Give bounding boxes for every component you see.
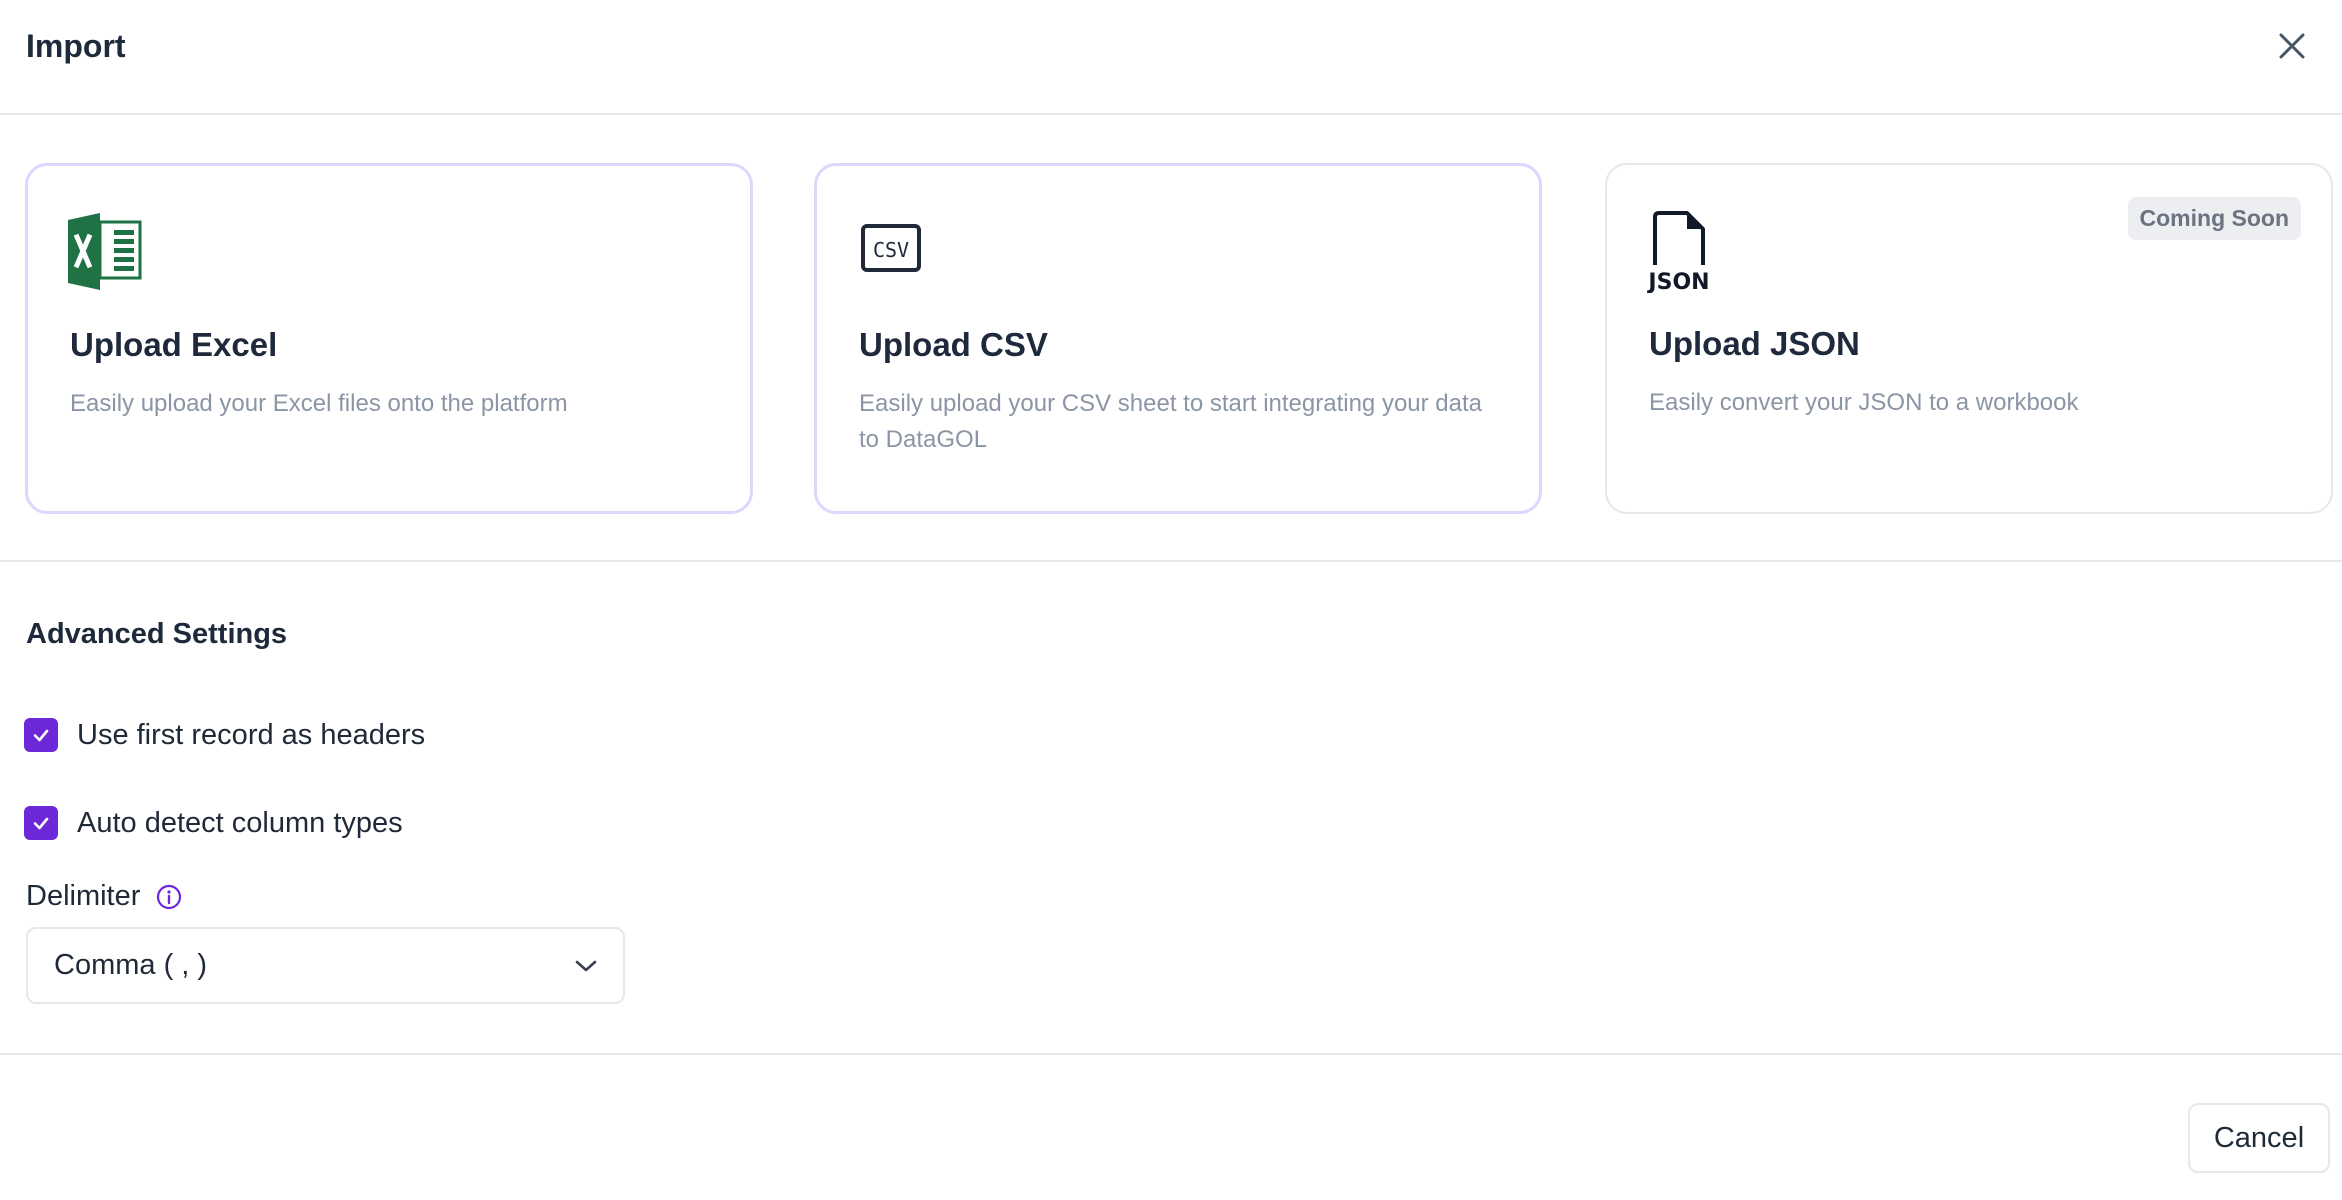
upload-json-card: Coming Soon JSON Upload JSON Easily conv… xyxy=(1605,163,2333,514)
check-icon xyxy=(33,817,49,830)
csv-icon: CSV xyxy=(857,210,937,294)
upload-json-title: Upload JSON xyxy=(1649,325,1860,362)
svg-text:CSV: CSV xyxy=(873,238,909,262)
dialog-header: Import xyxy=(0,0,2342,115)
upload-excel-description: Easily upload your Excel files onto the … xyxy=(70,390,568,417)
auto-detect-types-checkbox[interactable] xyxy=(24,806,58,840)
close-icon xyxy=(2279,33,2305,59)
advanced-settings-title: Advanced Settings xyxy=(26,618,288,650)
first-record-headers-option[interactable]: Use first record as headers xyxy=(24,718,425,752)
delimiter-label-row: Delimiter xyxy=(26,880,182,913)
json-file-icon: JSON xyxy=(1646,209,1727,295)
delimiter-label: Delimiter xyxy=(26,880,141,912)
chevron-down-icon xyxy=(575,960,597,972)
coming-soon-badge: Coming Soon xyxy=(2127,197,2301,240)
upload-json-description: Easily convert your JSON to a workbook xyxy=(1649,389,2079,416)
first-record-headers-checkbox[interactable] xyxy=(24,718,58,752)
dialog-title: Import xyxy=(26,28,126,64)
delimiter-selected-value: Comma ( , ) xyxy=(54,949,208,981)
delimiter-select[interactable]: Comma ( , ) xyxy=(26,927,625,1004)
upload-csv-title: Upload CSV xyxy=(859,326,1048,363)
info-icon[interactable] xyxy=(156,884,182,910)
cancel-button[interactable]: Cancel xyxy=(2188,1103,2330,1173)
excel-icon xyxy=(68,210,148,294)
upload-csv-card[interactable]: CSV Upload CSV Easily upload your CSV sh… xyxy=(814,163,1542,514)
section-divider xyxy=(0,560,2342,562)
upload-excel-card[interactable]: Upload Excel Easily upload your Excel fi… xyxy=(25,163,753,514)
auto-detect-types-option[interactable]: Auto detect column types xyxy=(24,806,403,840)
check-icon xyxy=(33,729,49,742)
svg-text:JSON: JSON xyxy=(1647,270,1710,293)
footer-divider xyxy=(0,1053,2342,1055)
first-record-headers-label: Use first record as headers xyxy=(77,718,426,751)
upload-excel-title: Upload Excel xyxy=(70,326,278,363)
close-button[interactable] xyxy=(2270,24,2314,68)
upload-csv-description: Easily upload your CSV sheet to start in… xyxy=(859,390,1483,453)
auto-detect-types-label: Auto detect column types xyxy=(77,806,403,839)
